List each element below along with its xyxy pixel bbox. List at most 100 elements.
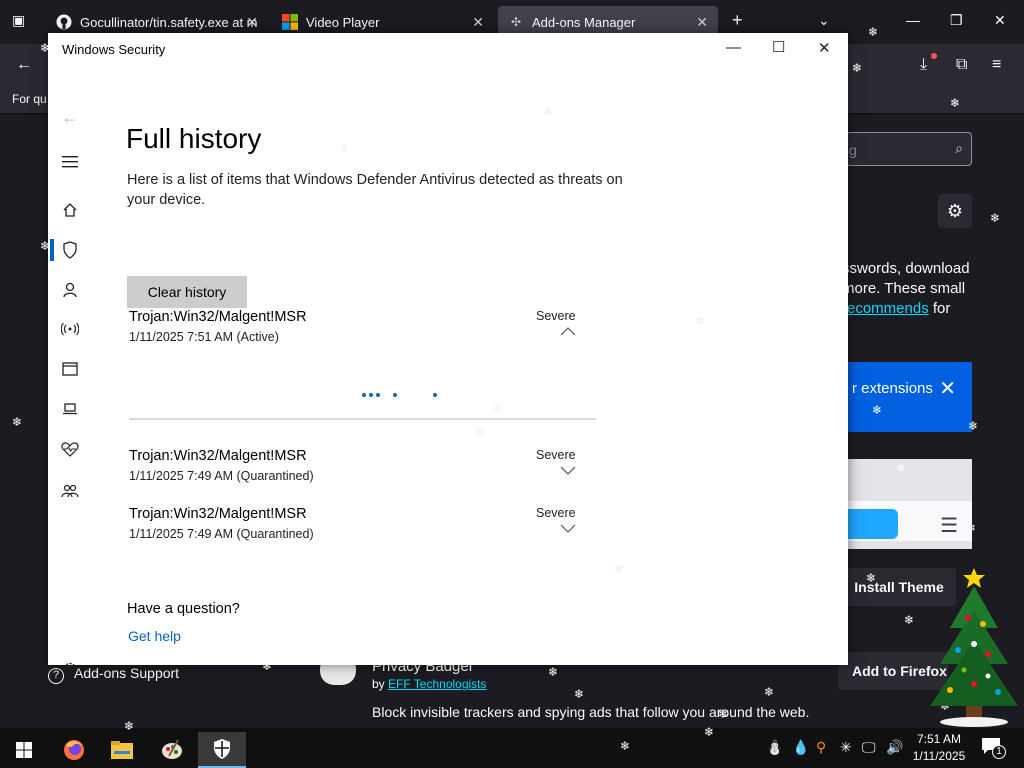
back-arrow-icon[interactable]: ← xyxy=(16,56,32,74)
taskbar-clock[interactable]: 7:51 AM 1/11/2025 xyxy=(908,731,970,765)
snowflake-icon: ❄ xyxy=(764,685,775,699)
chevron-up-icon[interactable] xyxy=(560,325,576,339)
clock-time: 7:51 AM xyxy=(916,732,962,746)
family-options-icon[interactable] xyxy=(58,479,82,503)
app-browser-icon[interactable] xyxy=(58,357,82,381)
puzzle-icon: ✣ xyxy=(510,15,522,29)
snowflake-icon: ❄ xyxy=(340,141,351,155)
clock-date: 1/11/2025 xyxy=(912,749,966,763)
tray-app-icon[interactable]: ⛄ xyxy=(766,739,783,756)
extension-author: by EFF Technologists xyxy=(372,677,487,691)
snowflake-icon: ❄ xyxy=(896,461,907,475)
threat-name: Trojan:Win32/Malgent!MSR xyxy=(129,309,307,325)
recommends-link[interactable]: recommends xyxy=(842,300,929,317)
snowflake-icon: ❄ xyxy=(614,562,625,576)
close-tab-icon[interactable]: ✕ xyxy=(472,14,484,31)
bookmark-item[interactable]: For qu xyxy=(12,92,47,106)
addons-intro-text: sswords, download more. These small reco… xyxy=(842,259,982,319)
close-tab-icon[interactable]: ✕ xyxy=(246,14,258,31)
page-description: Here is a list of items that Windows Def… xyxy=(127,172,623,208)
snowflake-icon: ❄ xyxy=(872,403,883,417)
intro-line: more. These small xyxy=(842,280,966,297)
microsoft-icon xyxy=(282,14,298,30)
windows-start-icon[interactable] xyxy=(0,732,48,768)
chevron-down-icon[interactable] xyxy=(560,464,576,478)
search-icon: ⌕ xyxy=(955,140,963,156)
snowflake-icon: ❄ xyxy=(40,41,51,55)
threat-item[interactable]: Trojan:Win32/Malgent!MSR 1/11/2025 7:49 … xyxy=(129,506,595,550)
device-health-icon[interactable] xyxy=(58,437,82,461)
windows-security-window: Windows Security — ☐ ✕ ← Full history He… xyxy=(48,33,848,676)
paint-icon[interactable] xyxy=(148,732,196,768)
nav-selection-indicator xyxy=(50,239,54,261)
minimize-icon[interactable]: — xyxy=(906,12,920,28)
snowflake-icon: ❄ xyxy=(704,725,715,739)
back-arrow-icon[interactable]: ← xyxy=(58,105,82,129)
threat-severity: Severe xyxy=(536,448,576,462)
snowflake-icon: ❄ xyxy=(543,105,554,119)
tab-overview-icon[interactable]: ▣ xyxy=(12,12,25,29)
downloads-icon[interactable]: ⤓ xyxy=(920,56,927,74)
addons-search-input[interactable]: g ⌕ xyxy=(846,132,972,166)
intro-line: sswords, download xyxy=(842,260,970,277)
window-title: Windows Security xyxy=(62,42,166,57)
minimize-icon[interactable]: — xyxy=(726,39,741,56)
shield-icon[interactable] xyxy=(58,238,82,262)
restore-icon[interactable]: ❐ xyxy=(950,12,963,29)
network-tray-icon[interactable]: 🖵 xyxy=(862,739,876,756)
snowflake-icon: ❄ xyxy=(950,96,961,110)
snowflake-icon: ❄ xyxy=(262,659,273,673)
hamburger-icon[interactable] xyxy=(58,150,82,174)
divider xyxy=(129,418,596,420)
threat-item[interactable]: Trojan:Win32/Malgent!MSR 1/11/2025 7:51 … xyxy=(129,309,595,353)
security-nav: ← xyxy=(48,65,96,676)
menu-icon[interactable]: ≡ xyxy=(992,56,1001,74)
theme-preview: ☰ xyxy=(846,459,972,549)
snowflake-icon: ❄ xyxy=(124,719,135,733)
volume-icon[interactable]: 🔊 xyxy=(886,739,903,756)
author-link[interactable]: EFF Technologists xyxy=(388,677,487,691)
maximize-icon[interactable]: ☐ xyxy=(772,38,785,56)
extensions-icon[interactable]: ⧉ xyxy=(956,56,967,74)
close-icon[interactable]: ✕ xyxy=(818,39,831,57)
get-help-link[interactable]: Get help xyxy=(128,628,181,644)
threat-item[interactable]: Trojan:Win32/Malgent!MSR 1/11/2025 7:49 … xyxy=(129,448,595,492)
close-icon[interactable]: ✕ xyxy=(939,376,956,401)
gear-icon[interactable]: ⚙ xyxy=(938,194,972,228)
water-drop-icon[interactable]: 💧 xyxy=(792,739,809,756)
threat-name: Trojan:Win32/Malgent!MSR xyxy=(129,506,307,522)
snowflake-icon: ❄ xyxy=(852,61,863,75)
snowflake-icon: ❄ xyxy=(990,211,1001,225)
theme-preview-accent xyxy=(846,509,898,539)
chevron-down-icon[interactable]: ⌄ xyxy=(818,12,830,29)
home-icon[interactable] xyxy=(58,198,82,222)
search-tray-icon[interactable]: ⚲ xyxy=(816,739,826,756)
firefox-icon[interactable] xyxy=(50,732,98,768)
sparkle-icon[interactable]: ✳ xyxy=(840,739,852,756)
close-window-icon[interactable]: ✕ xyxy=(994,12,1006,29)
snowflake-icon: ❄ xyxy=(40,239,51,253)
tab-title: Gocullinator/tin.safety.exe at m xyxy=(80,14,258,30)
banner-text: r extensions xyxy=(852,380,933,397)
network-icon[interactable] xyxy=(58,317,82,341)
title-bar: Windows Security — ☐ ✕ xyxy=(48,33,848,65)
tab-title: Video Player xyxy=(306,14,380,30)
settings-gear-icon[interactable] xyxy=(58,657,82,681)
threat-name: Trojan:Win32/Malgent!MSR xyxy=(129,448,307,464)
new-tab-icon[interactable]: + xyxy=(732,10,743,31)
close-tab-icon[interactable]: ✕ xyxy=(696,14,708,31)
download-badge xyxy=(931,53,937,59)
threat-meta: 1/11/2025 7:49 AM (Quarantined) xyxy=(129,527,314,541)
file-explorer-icon[interactable] xyxy=(98,732,146,768)
notifications-icon[interactable]: 1 xyxy=(980,736,1006,760)
threat-meta: 1/11/2025 7:49 AM (Quarantined) xyxy=(129,469,314,483)
windows-security-taskbar-icon[interactable] xyxy=(198,732,246,768)
clear-history-button[interactable]: Clear history xyxy=(127,276,247,308)
notification-count: 1 xyxy=(992,745,1006,759)
by-prefix: by xyxy=(372,677,389,691)
extension-description: Block invisible trackers and spying ads … xyxy=(372,704,810,720)
device-security-icon[interactable] xyxy=(58,397,82,421)
snowflake-icon: ❄ xyxy=(474,425,485,439)
account-icon[interactable] xyxy=(58,278,82,302)
chevron-down-icon[interactable] xyxy=(560,522,576,536)
